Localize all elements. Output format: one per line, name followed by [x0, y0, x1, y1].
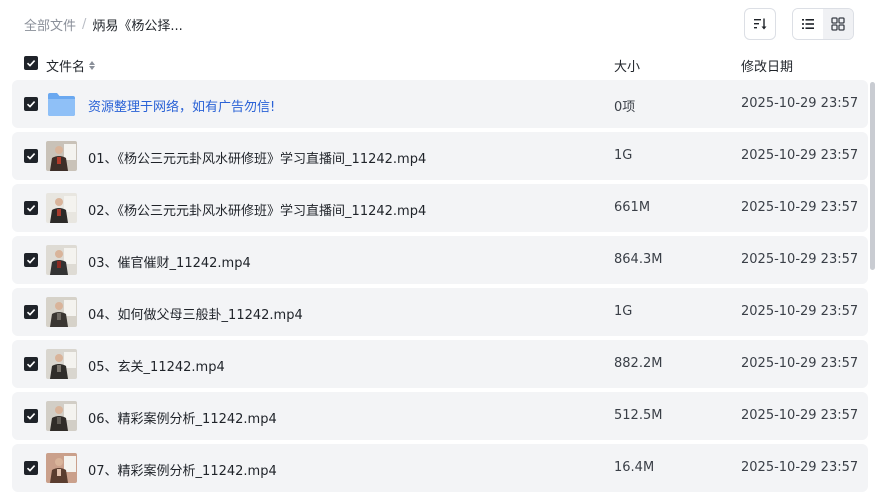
file-size: 661M — [614, 200, 651, 215]
checkmark-icon — [26, 101, 36, 108]
grid-view-icon — [831, 17, 845, 31]
file-name[interactable]: 03、催官催财_11242.mp4 — [88, 252, 251, 271]
checkmark-icon — [26, 205, 36, 212]
list-view-button[interactable] — [793, 9, 823, 39]
file-size: 1G — [614, 304, 633, 319]
file-name[interactable]: 01、《杨公三元元卦风水研修班》学习直播间_11242.mp4 — [88, 148, 426, 167]
video-thumbnail-icon — [46, 453, 77, 483]
sort-icon — [754, 18, 767, 30]
file-name[interactable]: 05、玄关_11242.mp4 — [88, 356, 225, 375]
checkmark-icon — [26, 60, 36, 67]
file-list-header: 文件名 大小 修改日期 — [0, 48, 878, 80]
select-all-checkbox[interactable] — [24, 56, 38, 70]
row-checkbox[interactable] — [24, 201, 38, 215]
row-checkbox[interactable] — [24, 357, 38, 371]
checkmark-icon — [26, 153, 36, 160]
video-thumbnail-icon — [46, 349, 77, 379]
file-name[interactable]: 07、精彩案例分析_11242.mp4 — [88, 460, 277, 479]
video-thumbnail-icon — [46, 245, 77, 275]
file-row[interactable]: 03、催官催财_11242.mp4 864.3M 2025-10-29 23:57 — [12, 236, 868, 284]
file-row[interactable]: 02、《杨公三元元卦风水研修班》学习直播间_11242.mp4 661M 2025-… — [12, 184, 868, 232]
scrollbar-thumb[interactable] — [870, 82, 875, 270]
file-row[interactable]: 01、《杨公三元元卦风水研修班》学习直播间_11242.mp4 1G 2025-10… — [12, 132, 868, 180]
file-modified-date: 2025-10-29 23:57 — [741, 356, 859, 371]
breadcrumb-separator: / — [82, 17, 87, 32]
file-modified-date: 2025-10-29 23:57 — [741, 200, 859, 215]
file-size: 16.4M — [614, 460, 655, 475]
column-header-name[interactable]: 文件名 — [46, 56, 96, 75]
row-checkbox[interactable] — [24, 409, 38, 423]
breadcrumb-root-link[interactable]: 全部文件 — [24, 15, 76, 34]
row-checkbox[interactable] — [24, 97, 38, 111]
view-mode-toggle — [792, 8, 854, 40]
file-size: 0项 — [614, 100, 636, 115]
column-header-size[interactable]: 大小 — [614, 56, 640, 75]
video-thumbnail-icon — [46, 297, 77, 327]
video-thumbnail-icon — [46, 193, 77, 223]
checkmark-icon — [26, 309, 36, 316]
file-modified-date: 2025-10-29 23:57 — [741, 252, 859, 267]
grid-view-button[interactable] — [823, 9, 853, 39]
list-view-icon — [802, 19, 814, 29]
file-name[interactable]: 04、如何做父母三般卦_11242.mp4 — [88, 304, 303, 323]
breadcrumb: 全部文件 / 炳易《杨公择... — [24, 15, 183, 34]
file-size: 882.2M — [614, 356, 663, 371]
video-thumbnail-icon — [46, 401, 77, 431]
file-name[interactable]: 资源整理于网络，如有广告勿信! — [88, 96, 275, 115]
row-checkbox[interactable] — [24, 253, 38, 267]
video-thumbnail-icon — [46, 141, 77, 171]
column-header-date[interactable]: 修改日期 — [741, 56, 793, 75]
row-checkbox[interactable] — [24, 461, 38, 475]
file-size: 1G — [614, 148, 633, 163]
file-row[interactable]: 资源整理于网络，如有广告勿信! 0项 2025-10-29 23:57 — [12, 80, 868, 128]
file-modified-date: 2025-10-29 23:57 — [741, 148, 859, 163]
file-modified-date: 2025-10-29 23:57 — [741, 460, 859, 475]
file-browser: 全部文件 / 炳易《杨公择... 文件名 大小 修改日期 资源整理于网络，如有广… — [0, 0, 878, 495]
file-row[interactable]: 07、精彩案例分析_11242.mp4 16.4M 2025-10-29 23:57 — [12, 444, 868, 492]
file-row[interactable]: 05、玄关_11242.mp4 882.2M 2025-10-29 23:57 — [12, 340, 868, 388]
sort-arrows-icon — [89, 61, 96, 70]
row-checkbox[interactable] — [24, 149, 38, 163]
file-row[interactable]: 06、精彩案例分析_11242.mp4 512.5M 2025-10-29 23:5… — [12, 392, 868, 440]
checkmark-icon — [26, 361, 36, 368]
column-header-name-label: 文件名 — [46, 60, 86, 75]
file-name[interactable]: 06、精彩案例分析_11242.mp4 — [88, 408, 277, 427]
file-modified-date: 2025-10-29 23:57 — [741, 408, 859, 423]
folder-icon — [46, 89, 77, 119]
file-row[interactable]: 04、如何做父母三般卦_11242.mp4 1G 2025-10-29 23:57 — [12, 288, 868, 336]
checkmark-icon — [26, 413, 36, 420]
top-bar: 全部文件 / 炳易《杨公择... — [0, 0, 878, 48]
breadcrumb-current-folder: 炳易《杨公择... — [92, 19, 183, 34]
file-size: 864.3M — [614, 252, 663, 267]
checkmark-icon — [26, 465, 36, 472]
file-modified-date: 2025-10-29 23:57 — [741, 96, 859, 111]
sort-button[interactable] — [744, 8, 776, 40]
file-modified-date: 2025-10-29 23:57 — [741, 304, 859, 319]
file-size: 512.5M — [614, 408, 663, 423]
row-checkbox[interactable] — [24, 305, 38, 319]
checkmark-icon — [26, 257, 36, 264]
file-name[interactable]: 02、《杨公三元元卦风水研修班》学习直播间_11242.mp4 — [88, 200, 426, 219]
